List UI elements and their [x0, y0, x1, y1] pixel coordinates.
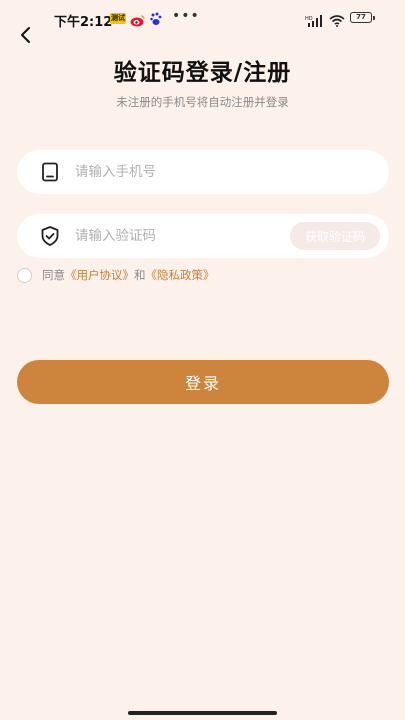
svg-text:HD: HD: [305, 16, 313, 22]
wifi-icon: [329, 12, 345, 31]
user-agreement-link[interactable]: 《用户协议》: [65, 267, 134, 283]
news-app-icon: 测试: [110, 13, 126, 24]
code-field: 获取验证码: [17, 214, 389, 258]
chevron-left-icon: [21, 27, 30, 43]
phone-field: [17, 150, 389, 194]
home-indicator[interactable]: [128, 711, 277, 715]
get-code-button[interactable]: 获取验证码: [290, 222, 380, 250]
agree-and: 和: [134, 268, 146, 282]
privacy-policy-link[interactable]: 《隐私政策》: [146, 267, 215, 283]
agree-prefix: 同意: [42, 268, 65, 282]
page-title: 验证码登录/注册: [113, 60, 292, 86]
signal-icon: HD: [305, 12, 325, 31]
weibo-icon: [130, 12, 145, 31]
phone-input[interactable]: [75, 150, 365, 194]
status-bar: 下午2:12 测试 ••• HD 77: [0, 0, 405, 36]
shield-check-icon: [39, 225, 61, 247]
more-notifications-icon: •••: [172, 8, 200, 24]
code-input[interactable]: [75, 214, 275, 258]
login-button[interactable]: 登录: [17, 360, 389, 404]
battery-icon: 77: [350, 12, 375, 23]
agree-checkbox[interactable]: [17, 267, 32, 283]
baidu-icon: [150, 11, 162, 30]
back-button[interactable]: [14, 22, 40, 48]
phone-icon: [39, 161, 61, 183]
agreement-row: 同意 《用户协议》 和 《隐私政策》: [17, 266, 215, 284]
page-subtitle: 未注册的手机号将自动注册并登录: [116, 95, 289, 109]
status-time: 下午2:12: [54, 15, 113, 30]
